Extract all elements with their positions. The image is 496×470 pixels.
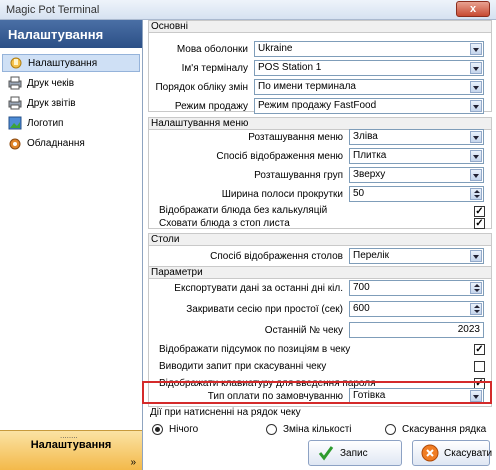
scroll-width-spinner[interactable]: 50 (349, 186, 484, 202)
sidebar-item-settings[interactable]: Налаштування (2, 54, 140, 72)
lang-select[interactable]: Ukraine (254, 41, 484, 57)
menu-pos-label: Розташування меню (248, 132, 343, 143)
tables-group: Столи Спосіб відображення столов Перелік (148, 233, 492, 267)
last-check-input[interactable]: 2023 (349, 322, 484, 338)
idle-timeout-spinner[interactable]: 600 (349, 301, 484, 317)
cancel-prompt-label: Виводити запит при скасуванні чеку (159, 361, 327, 372)
radio-dot[interactable] (152, 424, 163, 435)
radio-cancel-row[interactable]: Скасування рядка (385, 424, 486, 435)
no-calc-label: Відображати блюда без калькуляцій (159, 205, 328, 216)
cancel-button[interactable]: Скасувати (412, 440, 492, 466)
radio-change-quantity[interactable]: Зміна кількості (266, 424, 352, 435)
sidebar-item-label: Обладнання (27, 137, 85, 149)
sidebar-item-print-reports[interactable]: Друк звітів (2, 94, 140, 112)
spinner-arrows-icon[interactable] (470, 282, 482, 294)
term-label: Ім'я терміналу (181, 63, 248, 74)
group-pos-select[interactable]: Зверху (349, 167, 484, 183)
sidebar-item-logo[interactable]: Логотип (2, 114, 140, 132)
shift-select[interactable]: По имени терминала (254, 79, 484, 95)
last-check-label: Останній № чеку (264, 325, 343, 336)
cancel-icon (421, 444, 439, 462)
printer-icon (8, 96, 22, 110)
chevron-down-icon[interactable] (470, 43, 482, 55)
sidebar: Налаштування Налаштування Друк чеків Дру… (0, 20, 143, 470)
window-titlebar: Magic Pot Terminal x (0, 0, 496, 20)
show-sum-checkbox[interactable]: ✓ (474, 344, 485, 355)
close-button[interactable]: x (456, 1, 490, 17)
sidebar-header: Налаштування (0, 20, 142, 48)
tables-disp-label: Спосіб відображення столов (210, 251, 343, 262)
chevron-down-icon[interactable]: » (130, 457, 136, 468)
spinner-arrows-icon[interactable] (470, 188, 482, 200)
radio-dot[interactable] (266, 424, 277, 435)
settings-hand-icon (9, 56, 23, 70)
settings-content: Основні Мова оболонки Ukraine Ім'я термі… (142, 20, 492, 470)
export-days-label: Експортувати дані за останні дні кіл. (174, 283, 343, 294)
sidebar-item-label: Друк чеків (27, 77, 75, 89)
show-sum-label: Відображати підсумок по позиціям в чеку (159, 344, 351, 355)
chevron-down-icon[interactable] (470, 131, 482, 143)
hide-stop-checkbox[interactable]: ✓ (474, 218, 485, 229)
menu-disp-select[interactable]: Плитка (349, 148, 484, 164)
hide-stop-label: Сховати блюда з стоп листа (159, 218, 290, 229)
mode-select[interactable]: Режим продажу FastFood (254, 98, 484, 114)
equipment-icon (8, 136, 22, 150)
checkmark-icon (317, 444, 335, 462)
sidebar-bottom-panel[interactable]: ........ Налаштування » (0, 430, 142, 470)
sidebar-bottom-label: Налаштування (30, 439, 112, 451)
menu-group: Налаштування меню Розташування меню Злів… (148, 117, 492, 229)
spinner-arrows-icon[interactable] (470, 303, 482, 315)
tables-group-title: Столи (149, 234, 491, 246)
params-group-title: Параметри (149, 267, 491, 279)
chevron-down-icon[interactable] (470, 62, 482, 74)
sidebar-item-label: Друк звітів (27, 97, 76, 109)
cancel-prompt-checkbox[interactable] (474, 361, 485, 372)
shift-label: Порядок обліку змін (155, 82, 248, 93)
save-button[interactable]: Запис (308, 440, 402, 466)
chevron-down-icon[interactable] (470, 81, 482, 93)
group-pos-label: Розташування груп (254, 170, 343, 181)
radio-dot[interactable] (385, 424, 396, 435)
printer-icon (8, 76, 22, 90)
tables-disp-select[interactable]: Перелік (349, 248, 484, 264)
sidebar-item-equipment[interactable]: Обладнання (2, 134, 140, 152)
no-calc-checkbox[interactable]: ✓ (474, 206, 485, 217)
export-days-spinner[interactable]: 700 (349, 280, 484, 296)
chevron-down-icon[interactable] (470, 150, 482, 162)
chevron-down-icon[interactable] (470, 250, 482, 262)
chevron-down-icon[interactable] (470, 169, 482, 181)
mode-label: Режим продажу (174, 101, 248, 112)
menu-pos-select[interactable]: Зліва (349, 129, 484, 145)
radio-nothing[interactable]: Нічого (152, 424, 198, 435)
scroll-width-label: Ширина полоси прокрутки (221, 189, 343, 200)
sidebar-item-print-checks[interactable]: Друк чеків (2, 74, 140, 92)
idle-timeout-label: Закривати сесію при простої (сек) (186, 304, 343, 315)
terminal-select[interactable]: POS Station 1 (254, 60, 484, 76)
sidebar-item-label: Логотип (27, 117, 64, 129)
highlight-box (142, 381, 492, 404)
basic-group: Основні Мова оболонки Ukraine Ім'я термі… (148, 20, 492, 114)
basic-group-title: Основні (149, 21, 491, 33)
lang-label: Мова оболонки (176, 44, 248, 55)
window-title: Magic Pot Terminal (6, 4, 100, 16)
menu-disp-label: Спосіб відображення меню (216, 151, 343, 162)
sidebar-item-label: Налаштування (28, 57, 98, 69)
row-action-title: Дії при натисненні на рядок чеку (150, 407, 301, 418)
logo-image-icon (8, 116, 22, 130)
chevron-down-icon[interactable] (470, 100, 482, 112)
